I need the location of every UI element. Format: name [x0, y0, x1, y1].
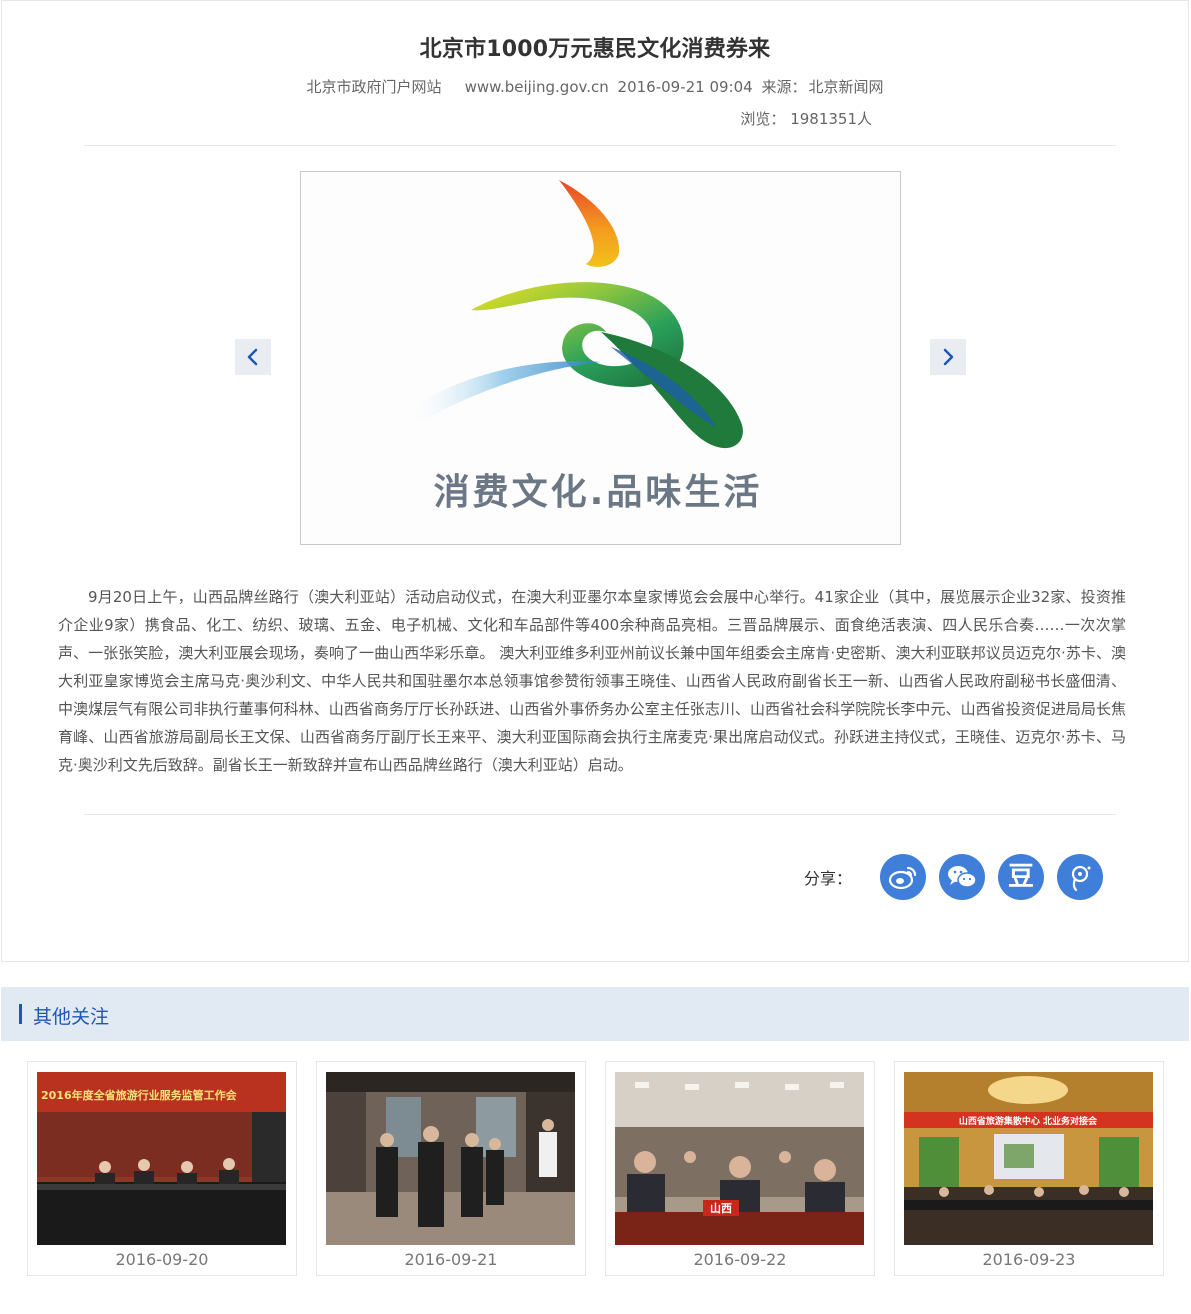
news-date: 2016-09-22: [693, 1250, 787, 1269]
section-title: 其他关注: [33, 1006, 110, 1028]
news-photo: [326, 1072, 575, 1245]
banner-text: 山西省旅游集散中心 北业务对接会: [959, 1115, 1098, 1127]
news-card[interactable]: 山西省旅游集散中心 北业务对接会 2016-09-23: [894, 1061, 1164, 1276]
news-photo: 山西省旅游集散中心 北业务对接会: [904, 1072, 1153, 1245]
share-wechat-button[interactable]: [939, 854, 985, 900]
slide-caption: 消费文化.品味生活: [434, 472, 763, 513]
article-body: 9月20日上午，山西品牌丝路行（澳大利亚站）活动启动仪式，在澳大利亚墨尔本皇家博…: [58, 588, 1126, 774]
news-date: 2016-09-20: [115, 1250, 209, 1269]
site-name: 北京市政府门户网站: [306, 78, 442, 96]
views-label: 浏览：: [740, 110, 786, 128]
news-card[interactable]: 山西 2016-09-22: [605, 1061, 875, 1276]
other-attention-header: 其他关注: [1, 987, 1189, 1041]
site-url[interactable]: www.beijing.gov.cn: [465, 78, 609, 96]
section-marker: [19, 1004, 22, 1024]
divider-bottom: [84, 814, 1116, 815]
news-date: 2016-09-23: [982, 1250, 1076, 1269]
slider-prev-button[interactable]: [235, 339, 271, 375]
slider-next-button[interactable]: [930, 339, 966, 375]
slide-image: 消费文化.品味生活: [300, 171, 901, 545]
article-title: 北京市1000万元惠民文化消费券来: [419, 37, 771, 62]
article-meta: 北京市政府门户网站 www.beijing.gov.cn 2016-09-21 …: [2, 76, 1188, 97]
news-card[interactable]: 2016年度全省旅游行业服务监管工作会 2016-09-20: [27, 1061, 297, 1276]
source-label: 来源：: [761, 78, 807, 96]
tencent-weibo-icon: [1071, 865, 1091, 892]
views-value: 1981351人: [790, 110, 872, 128]
news-photo: 山西: [615, 1072, 864, 1245]
source-name: 北京新闻网: [808, 78, 884, 96]
share-douban-button[interactable]: 豆: [998, 854, 1044, 900]
chevron-left-icon: [247, 348, 258, 366]
chevron-right-icon: [943, 348, 954, 366]
article-panel: 北京市1000万元惠民文化消费券来 北京市政府门户网站 www.beijing.…: [1, 0, 1189, 962]
share-label: 分享：: [804, 869, 853, 888]
share-weibo-button[interactable]: [880, 854, 926, 900]
douban-icon: 豆: [1007, 862, 1034, 892]
wechat-icon: [948, 866, 977, 888]
news-card[interactable]: 2016-09-21: [316, 1061, 586, 1276]
culture-consumption-logo: 消费文化.品味生活: [301, 172, 900, 544]
weibo-icon: [888, 866, 917, 890]
publish-datetime: 2016-09-21 09:04: [617, 78, 753, 96]
news-photo: 2016年度全省旅游行业服务监管工作会: [37, 1072, 286, 1245]
banner-text: 2016年度全省旅游行业服务监管工作会: [41, 1088, 238, 1102]
table-sign-text: 山西: [710, 1201, 732, 1215]
view-count: 浏览： 1981351人: [740, 108, 872, 129]
share-tencent-weibo-button[interactable]: [1057, 854, 1103, 900]
news-date: 2016-09-21: [404, 1250, 498, 1269]
divider-top: [84, 145, 1116, 146]
